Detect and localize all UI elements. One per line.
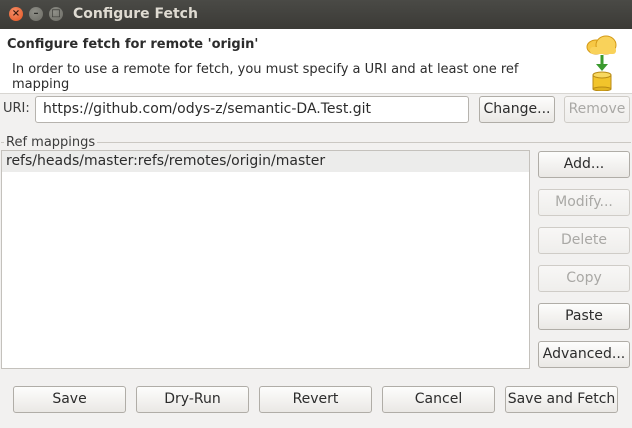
cancel-button[interactable]: Cancel	[382, 386, 495, 413]
window-title: Configure Fetch	[73, 6, 198, 22]
change-uri-button[interactable]: Change...	[479, 96, 555, 123]
ref-mappings-label: Ref mappings	[4, 135, 98, 150]
delete-ref-button[interactable]: Delete	[538, 227, 630, 254]
add-ref-button[interactable]: Add...	[538, 151, 630, 178]
dialog-header: Configure fetch for remote 'origin' In o…	[0, 29, 632, 94]
uri-label: URI:	[3, 101, 30, 116]
modify-ref-button[interactable]: Modify...	[538, 189, 630, 216]
minimize-window-button[interactable]: –	[29, 7, 43, 21]
uri-field[interactable]: https://github.com/odys-z/semantic-DA.Te…	[35, 96, 469, 123]
ref-mapping-item[interactable]: refs/heads/master:refs/remotes/origin/ma…	[2, 151, 529, 172]
save-button[interactable]: Save	[13, 386, 126, 413]
ref-mappings-list[interactable]: refs/heads/master:refs/remotes/origin/ma…	[1, 150, 530, 369]
copy-ref-button[interactable]: Copy	[538, 265, 630, 292]
dialog-heading: Configure fetch for remote 'origin'	[7, 37, 259, 52]
window-titlebar: × – □ Configure Fetch	[0, 0, 632, 29]
dialog-message: In order to use a remote for fetch, you …	[12, 62, 519, 92]
advanced-button[interactable]: Advanced...	[538, 341, 630, 368]
save-and-fetch-button[interactable]: Save and Fetch	[505, 386, 618, 413]
dry-run-button[interactable]: Dry-Run	[136, 386, 249, 413]
maximize-window-button[interactable]: □	[49, 7, 63, 21]
paste-ref-button[interactable]: Paste	[538, 303, 630, 330]
close-window-button[interactable]: ×	[9, 7, 23, 21]
remove-uri-button[interactable]: Remove	[564, 96, 630, 123]
revert-button[interactable]: Revert	[259, 386, 372, 413]
cloud-fetch-database-icon	[586, 35, 617, 91]
